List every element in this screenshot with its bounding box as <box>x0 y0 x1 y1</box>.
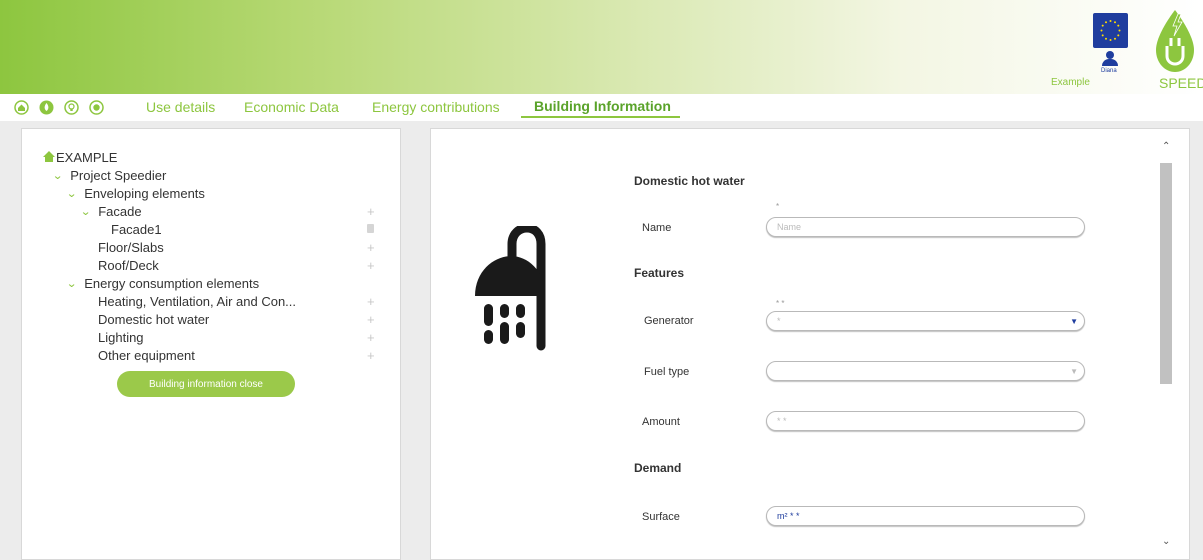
tree-root[interactable]: EXAMPLE <box>43 150 117 165</box>
tab-economic-data[interactable]: Economic Data <box>244 99 339 115</box>
tree-item-hvac[interactable]: Heating, Ventilation, Air and Con... <box>98 294 296 309</box>
tree-item-label: Energy consumption elements <box>84 276 260 291</box>
name-placeholder: Name <box>777 222 802 232</box>
chevron-down-icon: ▼ <box>1070 317 1078 326</box>
building-info-close-button[interactable]: Building information close <box>117 371 295 397</box>
user-name: Diana <box>1101 68 1117 74</box>
user-profile[interactable]: Diana <box>1098 51 1124 79</box>
tree-item-label: Roof/Deck <box>98 258 159 273</box>
chevron-down-icon: ⌄ <box>66 188 78 200</box>
add-roof-icon[interactable]: + <box>367 258 375 273</box>
target-icon[interactable] <box>89 100 104 115</box>
building-tree-panel: EXAMPLE ⌄ Project Speedier ⌄ Enveloping … <box>21 128 401 560</box>
tree-item-facade1[interactable]: Facade1 <box>111 222 162 237</box>
detail-panel: Domestic hot water * Name Name Features … <box>430 128 1190 560</box>
fuel-type-label: Fuel type <box>644 366 690 378</box>
tree-item-label: Heating, Ventilation, Air and Con... <box>98 294 297 309</box>
tab-energy-contributions[interactable]: Energy contributions <box>372 99 500 115</box>
chevron-down-icon: ⌄ <box>80 206 92 218</box>
amount-label: Amount <box>642 416 680 428</box>
tab-building-information[interactable]: Building Information <box>521 98 680 118</box>
demand-title: Demand <box>634 461 682 475</box>
generator-value: * <box>777 316 781 326</box>
shower-icon <box>471 223 551 354</box>
tree-item-label: Project Speedier <box>70 168 167 183</box>
tree-item-label: Lighting <box>98 330 144 345</box>
user-icon <box>1106 51 1114 59</box>
scroll-thumb[interactable] <box>1160 163 1172 384</box>
chevron-down-icon: ⌄ <box>66 278 78 290</box>
generator-label: Generator <box>644 315 694 327</box>
tree-item-label: Facade1 <box>111 222 162 237</box>
chevron-down-icon: ⌄ <box>52 170 64 182</box>
home-icon[interactable] <box>14 100 29 115</box>
name-required-marker: * <box>776 202 780 211</box>
tree-item-roof[interactable]: Roof/Deck <box>98 258 159 273</box>
eu-flag-icon <box>1093 13 1128 48</box>
tree-root-label: EXAMPLE <box>56 150 118 165</box>
tree-item-floor[interactable]: Floor/Slabs <box>98 240 164 255</box>
amount-field[interactable]: * * <box>766 411 1085 431</box>
generator-required-marker: * * <box>776 299 785 308</box>
logo-text: SPEEDIER <box>1159 75 1203 91</box>
surface-value: m² * * <box>777 511 800 521</box>
tree-item-energy[interactable]: ⌄ Energy consumption elements <box>66 276 260 291</box>
tree-item-label: Floor/Slabs <box>98 240 164 255</box>
leaf-icon[interactable] <box>39 100 54 115</box>
tree-item-facade[interactable]: ⌄ Facade <box>80 204 142 219</box>
tree-item-label: Enveloping elements <box>84 186 205 201</box>
home-icon <box>43 150 55 165</box>
tab-use-details[interactable]: Use details <box>146 99 215 115</box>
surface-label: Surface <box>642 511 680 523</box>
amount-value: * * <box>777 416 787 426</box>
add-facade-icon[interactable]: + <box>367 204 375 219</box>
generator-select[interactable]: * ▼ <box>766 311 1085 331</box>
tree-item-label: Other equipment <box>98 348 195 363</box>
chevron-down-icon: ▼ <box>1070 367 1078 376</box>
lightbulb-icon[interactable] <box>64 100 79 115</box>
add-hvac-icon[interactable]: + <box>367 294 375 309</box>
scroll-up-icon[interactable]: ⌃ <box>1162 141 1170 152</box>
scroll-down-icon[interactable]: ⌄ <box>1162 536 1170 547</box>
trash-icon[interactable] <box>367 224 374 233</box>
tree-item-project[interactable]: ⌄ Project Speedier <box>52 168 167 183</box>
user-icon-body <box>1102 59 1118 66</box>
tree-item-label: Facade <box>98 204 142 219</box>
tree-item-lighting[interactable]: Lighting <box>98 330 144 345</box>
features-title: Features <box>634 266 685 280</box>
header-banner <box>0 0 1203 94</box>
tree-item-label: Domestic hot water <box>98 312 210 327</box>
add-dhw-icon[interactable]: + <box>367 312 375 327</box>
add-floor-icon[interactable]: + <box>367 240 375 255</box>
tree-item-dhw[interactable]: Domestic hot water <box>98 312 209 327</box>
name-field[interactable]: Name <box>766 217 1085 237</box>
fuel-type-select[interactable]: ▼ <box>766 361 1085 381</box>
name-label: Name <box>642 222 672 234</box>
add-other-icon[interactable]: + <box>367 348 375 363</box>
scrollbar[interactable]: ⌃ ⌄ <box>1158 141 1172 551</box>
surface-field[interactable]: m² * * <box>766 506 1085 526</box>
add-lighting-icon[interactable]: + <box>367 330 375 345</box>
example-link[interactable]: Example <box>1051 77 1090 88</box>
tree-item-other[interactable]: Other equipment <box>98 348 195 363</box>
form-title: Domestic hot water <box>634 174 745 188</box>
tree-item-enveloping[interactable]: ⌄ Enveloping elements <box>66 186 205 201</box>
top-navigation: Use details Economic Data Energy contrib… <box>0 94 1203 121</box>
